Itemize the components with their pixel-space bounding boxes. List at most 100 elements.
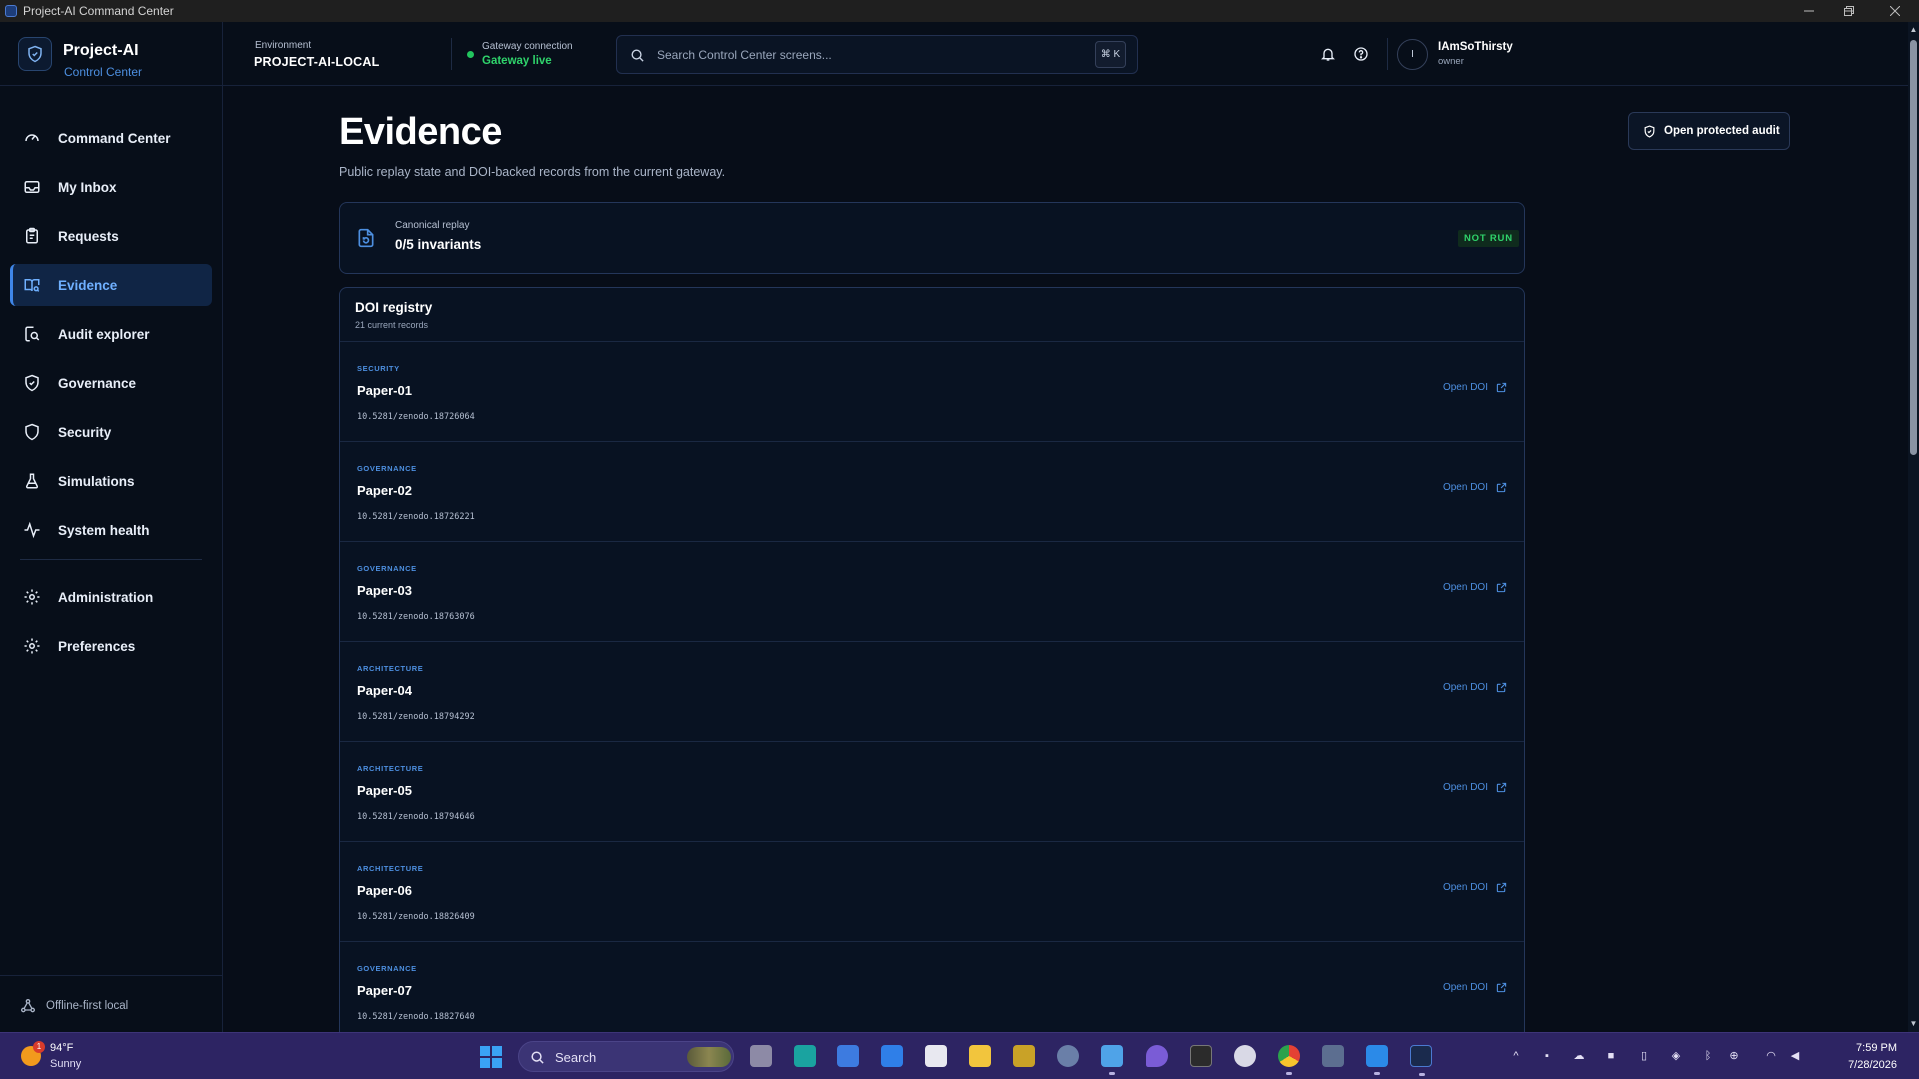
clock-time[interactable]: 7:59 PM (1837, 1042, 1897, 1054)
network-icon (21, 999, 35, 1013)
desktop-app-icon[interactable] (794, 1045, 816, 1067)
replay-invariants: 0/5 invariants (395, 237, 482, 252)
external-link-icon (1496, 482, 1507, 493)
tray-app-icon[interactable]: ▪ (1539, 1048, 1555, 1064)
open-doi-link[interactable]: Open DOI (1443, 782, 1507, 793)
store-icon[interactable] (837, 1045, 859, 1067)
sidebar-item-system-health[interactable]: System health (10, 509, 212, 551)
user-name[interactable]: IAmSoThirsty (1438, 41, 1513, 53)
snipping-tool-icon[interactable] (925, 1045, 947, 1067)
weather-temperature[interactable]: 94°F (50, 1042, 73, 1054)
page-scrollbar[interactable]: ▲ ▼ (1908, 22, 1919, 1032)
app-blue-icon[interactable] (881, 1045, 903, 1067)
scroll-down-icon[interactable]: ▼ (1908, 1018, 1919, 1030)
sidebar-item-my-inbox[interactable]: My Inbox (10, 166, 212, 208)
sidebar-item-administration[interactable]: Administration (10, 576, 212, 618)
sidebar-item-simulations[interactable]: Simulations (10, 460, 212, 502)
open-doi-label: Open DOI (1442, 982, 1488, 993)
sidebar-item-audit-explorer[interactable]: Audit explorer (10, 313, 212, 355)
weather-badge: 1 (33, 1041, 45, 1053)
record-category: SECURITY (357, 364, 400, 373)
start-button[interactable] (480, 1046, 502, 1068)
app-icon (5, 5, 17, 17)
scroll-thumb[interactable] (1910, 40, 1917, 455)
shield-check-icon (25, 374, 39, 392)
volume-icon[interactable]: ◀ (1787, 1048, 1803, 1064)
task-view-icon[interactable] (750, 1045, 772, 1067)
sidebar-item-label: Evidence (58, 277, 118, 293)
main-content: Evidence Public replay state and DOI-bac… (223, 87, 1908, 1032)
sidebar: Project-AI Control Center Command Center… (0, 22, 223, 1032)
sidebar-nav: Command Center My Inbox Requests Evidenc… (10, 117, 212, 674)
book-search-icon (24, 279, 40, 292)
search-box[interactable]: ⌘ K (616, 35, 1138, 74)
avatar[interactable]: I (1397, 39, 1428, 70)
sidebar-item-requests[interactable]: Requests (10, 215, 212, 257)
status-badge: NOT RUN (1458, 230, 1519, 247)
search-input[interactable] (657, 45, 1077, 65)
close-button[interactable] (1872, 0, 1918, 22)
open-doi-link[interactable]: Open DOI (1443, 982, 1507, 993)
record-name: Paper-06 (357, 883, 412, 898)
open-doi-link[interactable]: Open DOI (1443, 682, 1507, 693)
bluetooth-icon[interactable]: ᛒ (1700, 1048, 1716, 1064)
settings-icon[interactable] (1057, 1045, 1079, 1067)
clock-date[interactable]: 7/28/2026 (1821, 1059, 1897, 1071)
wifi-icon[interactable]: ◠ (1763, 1048, 1779, 1064)
external-link-icon (1496, 882, 1507, 893)
search-icon (531, 1051, 544, 1064)
restore-button[interactable] (1826, 0, 1872, 22)
record-category: ARCHITECTURE (357, 864, 424, 873)
taskbar-search-label: Search (555, 1050, 597, 1065)
scroll-up-icon[interactable]: ▲ (1908, 24, 1919, 36)
external-link-icon (1496, 982, 1507, 993)
activity-icon (24, 521, 40, 539)
chatgpt-icon[interactable] (1234, 1045, 1256, 1067)
user-role: owner (1438, 56, 1464, 67)
page-title: Evidence (339, 111, 502, 153)
open-doi-link[interactable]: Open DOI (1443, 882, 1507, 893)
top-header: Environment PROJECT-AI-LOCAL Gateway con… (223, 22, 1908, 86)
canonical-replay-card: Canonical replay 0/5 invariants NOT RUN (339, 202, 1525, 274)
open-doi-link[interactable]: Open DOI (1443, 382, 1507, 393)
sidebar-footer: Offline-first local (0, 975, 222, 1032)
onedrive-icon[interactable]: ☁ (1571, 1048, 1587, 1064)
sidebar-item-security[interactable]: Security (10, 411, 212, 453)
sidebar-item-command-center[interactable]: Command Center (10, 117, 212, 159)
file-replay-icon (358, 228, 374, 248)
sidebar-item-preferences[interactable]: Preferences (10, 625, 212, 667)
notifications-button[interactable] (1317, 43, 1339, 65)
tray-chevron-icon[interactable]: ^ (1508, 1048, 1524, 1064)
file-explorer-icon[interactable] (969, 1045, 991, 1067)
sidebar-item-label: Command Center (58, 130, 171, 146)
open-doi-link[interactable]: Open DOI (1443, 582, 1507, 593)
open-protected-audit-button[interactable]: Open protected audit (1628, 112, 1790, 150)
tray-blue-icon[interactable]: ■ (1603, 1048, 1619, 1064)
usb-icon[interactable]: ▯ (1636, 1048, 1652, 1064)
weather-condition[interactable]: Sunny (50, 1058, 81, 1070)
shortcut-badge: ⌘ K (1095, 41, 1126, 68)
taskbar-search[interactable]: Search (518, 1041, 734, 1072)
record-doi: 10.5281/zenodo.18794292 (357, 712, 475, 722)
help-button[interactable] (1350, 43, 1372, 65)
terminal-icon[interactable] (1190, 1045, 1212, 1067)
vscode-icon[interactable] (1366, 1045, 1388, 1075)
environment-value: PROJECT-AI-LOCAL (254, 55, 380, 69)
m-app-icon[interactable] (1013, 1045, 1035, 1067)
header-divider (1387, 38, 1388, 70)
sidebar-item-label: My Inbox (58, 179, 117, 195)
keyboard-app-icon[interactable] (1322, 1045, 1344, 1067)
vpn-icon[interactable]: ⊕ (1726, 1048, 1742, 1064)
shield-icon (25, 423, 39, 441)
app-purple-icon[interactable] (1146, 1045, 1168, 1067)
notepad-icon[interactable] (1101, 1045, 1123, 1075)
sidebar-item-governance[interactable]: Governance (10, 362, 212, 404)
sidebar-item-evidence[interactable]: Evidence (10, 264, 212, 306)
table-row: GOVERNANCE Paper-07 10.5281/zenodo.1882764… (340, 942, 1524, 1032)
project-ai-app-icon[interactable] (1410, 1045, 1432, 1076)
open-doi-link[interactable]: Open DOI (1443, 482, 1507, 493)
chrome-icon[interactable] (1278, 1045, 1300, 1075)
defender-icon[interactable]: ◈ (1668, 1048, 1684, 1064)
record-category: ARCHITECTURE (357, 664, 424, 673)
external-link-icon (1496, 382, 1507, 393)
